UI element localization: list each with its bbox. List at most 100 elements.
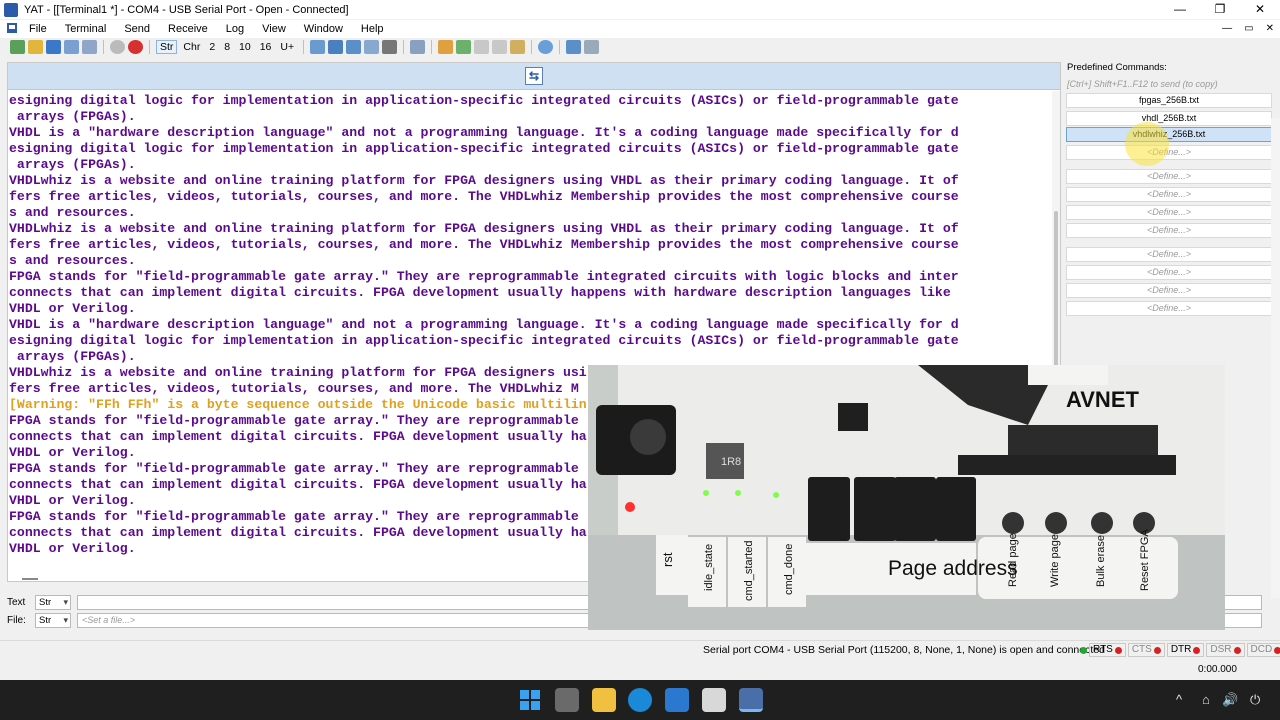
bulk-erase-label: Bulk erase — [1095, 535, 1107, 587]
mdi-controls: — ▭ ✕ — [1222, 20, 1274, 38]
open-port-icon[interactable] — [110, 40, 125, 54]
predefined-command-3[interactable]: vhdlwhiz_256B.txt — [1066, 127, 1272, 142]
close-button[interactable]: ✕ — [1240, 0, 1280, 19]
network-icon[interactable]: ⌂ — [1202, 692, 1210, 707]
signal-indicators: RTS CTS DTR DSR DCD — [1080, 643, 1280, 657]
save-all-icon[interactable] — [64, 40, 79, 54]
task-view-icon[interactable] — [555, 688, 579, 712]
save-icon[interactable] — [46, 40, 61, 54]
predefined-scrollbar[interactable] — [1271, 118, 1280, 598]
terminal-menu-icon[interactable] — [0, 22, 20, 37]
mdi-restore-button[interactable]: ▭ — [1244, 20, 1253, 38]
chat-icon[interactable] — [538, 40, 554, 54]
show-bidir-icon[interactable] — [346, 40, 362, 54]
predefined-command-5[interactable]: <Define...> — [1066, 169, 1272, 184]
settings-icon[interactable] — [82, 40, 97, 54]
terminal-header: ⇆ — [8, 63, 1060, 90]
write-page-label: Write page — [1049, 534, 1061, 587]
predefined-command-6[interactable]: <Define...> — [1066, 187, 1272, 202]
rts-indicator[interactable]: RTS — [1089, 643, 1126, 657]
terminal-app-icon[interactable] — [702, 688, 726, 712]
mouse-cursor-highlight — [1125, 122, 1169, 166]
predefined-command-7[interactable]: <Define...> — [1066, 205, 1272, 220]
show-tx-icon[interactable] — [310, 40, 326, 54]
find-icon[interactable] — [410, 40, 426, 54]
cmd-started-label: cmd_started — [743, 540, 755, 601]
radix-dec-button[interactable]: 10 — [236, 41, 254, 53]
predefined-command-2[interactable]: vhdl_256B.txt — [1066, 111, 1272, 126]
copy-icon[interactable] — [474, 40, 490, 54]
silk-1r8: 1R8 — [721, 456, 741, 468]
predefined-command-1[interactable]: fpgas_256B.txt — [1066, 93, 1272, 108]
open-icon[interactable] — [28, 40, 43, 54]
terminal-line: VHDL is a "hardware description language… — [9, 317, 959, 332]
terminal-line: fers free articles, videos, tutorials, c… — [9, 237, 959, 252]
menu-file[interactable]: File — [20, 23, 56, 35]
maximize-button[interactable]: ❐ — [1200, 0, 1240, 19]
dtr-indicator[interactable]: DTR — [1166, 643, 1205, 657]
edge-icon[interactable] — [628, 688, 652, 712]
radix-oct-button[interactable]: 8 — [221, 41, 233, 53]
terminal-line: arrays (FPGAs). — [9, 349, 136, 364]
radix-bin-button[interactable]: 2 — [206, 41, 218, 53]
predefined-command-11[interactable]: <Define...> — [1066, 283, 1272, 298]
window-title: YAT - [[Terminal1 *] - COM4 - USB Serial… — [24, 3, 349, 16]
terminal-line: s and resources. — [9, 205, 136, 220]
menu-window[interactable]: Window — [295, 23, 352, 35]
radix-str-button[interactable]: Str — [156, 40, 178, 54]
taskbar: ^ ⌂ 🔊 ⏻ — [0, 680, 1280, 720]
print-icon[interactable] — [382, 40, 398, 54]
tray-overflow-icon[interactable]: ^ — [1176, 692, 1182, 707]
menu-view[interactable]: View — [253, 23, 295, 35]
start-icon[interactable] — [518, 688, 542, 712]
predefined-command-8[interactable]: <Define...> — [1066, 223, 1272, 238]
menu-send[interactable]: Send — [115, 23, 159, 35]
predefined-label: Predefined Commands: — [1067, 62, 1167, 73]
terminal-line: VHDLwhiz is a website and online trainin… — [9, 221, 959, 236]
search-log-icon[interactable] — [510, 40, 526, 54]
radix-unicode-button[interactable]: U+ — [277, 41, 297, 53]
file-explorer-icon[interactable] — [592, 688, 616, 712]
terminal-line: VHDLwhiz is a website and online trainin… — [9, 173, 959, 188]
send-text-mode-select[interactable]: Str — [35, 595, 71, 610]
toolbar: Str Chr 2 8 10 16 U+ — [0, 38, 1280, 56]
yat-taskbar-icon[interactable] — [739, 688, 763, 712]
clear-icon[interactable] — [364, 40, 380, 54]
terminal-line: esigning digital logic for implementatio… — [9, 93, 959, 108]
power-icon[interactable]: ⏻ — [1250, 692, 1260, 708]
predefined-command-10[interactable]: <Define...> — [1066, 265, 1272, 280]
check-icon[interactable] — [456, 40, 472, 54]
new-terminal-icon[interactable] — [10, 40, 25, 54]
predefined-command-9[interactable]: <Define...> — [1066, 247, 1272, 262]
menu-log[interactable]: Log — [217, 23, 253, 35]
radix-chr-button[interactable]: Chr — [180, 41, 203, 53]
volume-icon[interactable]: 🔊 — [1222, 692, 1238, 708]
swap-direction-icon[interactable]: ⇆ — [525, 67, 543, 85]
menu-receive[interactable]: Receive — [159, 23, 217, 35]
menu-help[interactable]: Help — [352, 23, 393, 35]
paste-icon[interactable] — [492, 40, 508, 54]
toolbar-separator — [431, 40, 433, 54]
toolbar-separator — [559, 40, 561, 54]
show-rx-icon[interactable] — [328, 40, 344, 54]
monitor-icon[interactable] — [566, 40, 582, 54]
vscode-icon[interactable] — [665, 688, 689, 712]
toolbar-separator — [531, 40, 533, 54]
predefined-command-4[interactable]: <Define...> — [1066, 145, 1272, 160]
mdi-minimize-button[interactable]: — — [1222, 20, 1232, 38]
minimize-button[interactable]: — — [1160, 0, 1200, 19]
yat-app-icon — [4, 2, 18, 17]
predefined-command-12[interactable]: <Define...> — [1066, 301, 1272, 316]
radix-hex-button[interactable]: 16 — [257, 41, 275, 53]
edit-icon[interactable] — [438, 40, 454, 54]
connection-status: Serial port COM4 - USB Serial Port (1152… — [703, 644, 1105, 656]
close-port-icon[interactable] — [128, 40, 143, 54]
cursor-marker — [22, 578, 38, 580]
fpga-board-photo: AVNET 1R8 Page address rst idle_state cm… — [588, 365, 1225, 630]
send-file-mode-select[interactable]: Str — [35, 613, 71, 628]
mdi-close-button[interactable]: ✕ — [1266, 20, 1274, 38]
terminal-line: VHDL or Verilog. — [9, 301, 136, 316]
menu-terminal[interactable]: Terminal — [56, 23, 116, 35]
read-page-label: Read page — [1007, 533, 1019, 587]
font-icon[interactable] — [584, 40, 600, 54]
